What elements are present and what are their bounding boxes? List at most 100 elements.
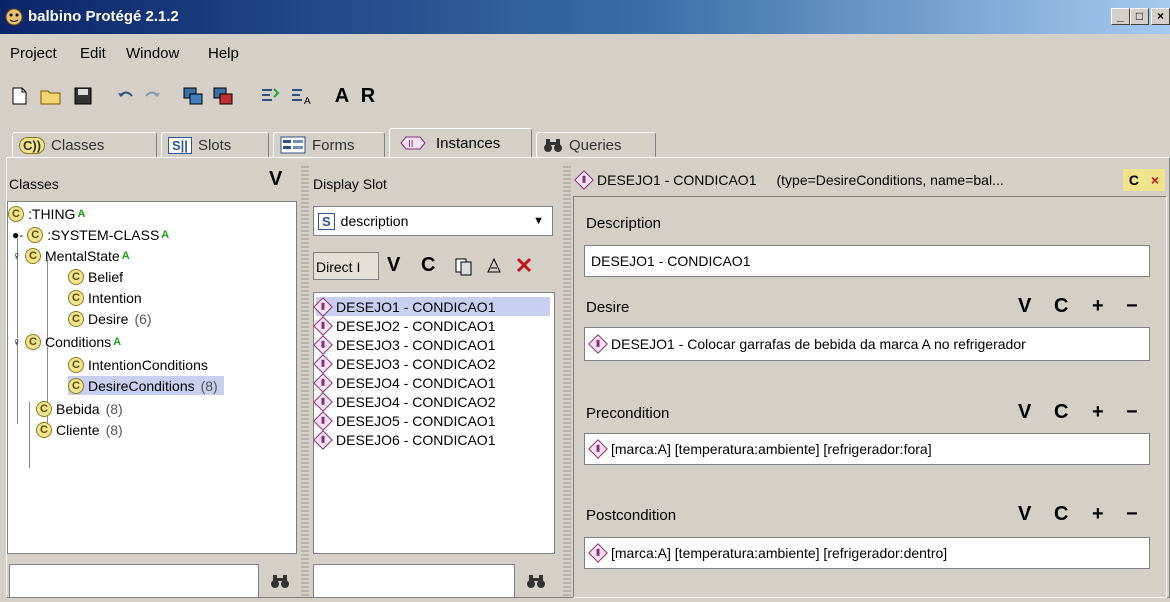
- postcondition-view-button[interactable]: V: [1018, 503, 1031, 526]
- tree-node-belief[interactable]: C Belief: [68, 267, 123, 286]
- close-windows-icon[interactable]: [210, 84, 236, 108]
- class-icon: C: [68, 268, 84, 285]
- tree-node-mentalstate[interactable]: ♀ C MentalState A: [12, 246, 130, 265]
- delete-instance-icon[interactable]: [515, 256, 533, 274]
- new-project-icon[interactable]: [8, 84, 32, 108]
- undo-icon[interactable]: [114, 84, 138, 108]
- svg-text:A: A: [304, 96, 311, 106]
- precondition-remove-button[interactable]: −: [1126, 401, 1138, 424]
- instance-icon: [313, 315, 333, 336]
- tree-node-conditions[interactable]: ♀ C Conditions A: [12, 332, 121, 351]
- instance-form-panel: DESEJO1 - CONDICAO1 (type=DesireConditio…: [573, 166, 1167, 598]
- menu-help[interactable]: Help: [208, 45, 239, 62]
- tab-instances[interactable]: II Instances: [389, 128, 532, 158]
- redo-icon[interactable]: [140, 84, 164, 108]
- description-field[interactable]: DESEJO1 - CONDICAO1: [584, 245, 1150, 277]
- instance-list-item[interactable]: DESEJO5 - CONDICAO1: [313, 410, 495, 431]
- instance-list[interactable]: DESEJO1 - CONDICAO1 DESEJO2 - CONDICAO1 …: [313, 292, 555, 554]
- show-windows-icon[interactable]: [180, 84, 206, 108]
- maximize-button[interactable]: □: [1130, 8, 1149, 25]
- instance-list-item[interactable]: DESEJO4 - CONDICAO1: [313, 372, 495, 393]
- create-instance-button[interactable]: C: [421, 254, 435, 277]
- insert-slot-icon[interactable]: [258, 84, 284, 108]
- instance-list-item[interactable]: DESEJO6 - CONDICAO1: [313, 429, 495, 450]
- close-button[interactable]: ×: [1151, 8, 1170, 25]
- tab-queries[interactable]: Queries: [536, 132, 656, 158]
- menu-window[interactable]: Window: [126, 45, 179, 62]
- precondition-add-button[interactable]: +: [1092, 401, 1104, 424]
- chevron-down-icon: ▼: [533, 215, 544, 227]
- class-tree[interactable]: C :THING A ●- C :SYSTEM-CLASS A ♀ C Ment…: [7, 201, 297, 554]
- instance-list-item[interactable]: DESEJO3 - CONDICAO1: [313, 334, 495, 355]
- expanded-handle-icon[interactable]: ♀: [12, 249, 21, 263]
- tab-classes[interactable]: C)) Classes: [12, 132, 157, 158]
- right-splitter[interactable]: [563, 166, 571, 596]
- instance-icon: [588, 334, 608, 354]
- close-form-icon[interactable]: ×: [1151, 172, 1159, 188]
- instance-icon: [313, 372, 333, 393]
- view-instance-button[interactable]: V: [387, 254, 400, 277]
- precondition-field[interactable]: [marca:A] [temperatura:ambiente] [refrig…: [584, 433, 1150, 465]
- tree-node-thing[interactable]: C :THING A: [8, 204, 85, 223]
- instance-icon: [313, 391, 333, 412]
- class-badge-c[interactable]: C: [1129, 172, 1139, 188]
- postcondition-label: Postcondition: [586, 507, 677, 524]
- class-icon: C: [36, 400, 52, 417]
- postcondition-create-button[interactable]: C: [1054, 503, 1068, 526]
- tree-node-cliente[interactable]: C Cliente (8): [36, 420, 123, 439]
- find-instance-binoculars-icon[interactable]: [519, 564, 553, 598]
- desire-view-button[interactable]: V: [1018, 295, 1031, 318]
- reference-instance-icon[interactable]: [485, 256, 503, 276]
- menu-project[interactable]: Project: [10, 45, 57, 62]
- class-icon: C: [25, 333, 41, 350]
- instance-search-input[interactable]: [313, 564, 515, 598]
- instances-tab-icon: II: [400, 136, 426, 150]
- forms-tab-icon: [280, 136, 306, 154]
- display-slot-select[interactable]: S description ▼: [313, 206, 553, 236]
- instance-list-item[interactable]: DESEJO1 - CONDICAO1: [313, 296, 550, 317]
- form-body: Description DESEJO1 - CONDICAO1 Desire V…: [573, 196, 1167, 598]
- left-splitter[interactable]: [301, 166, 309, 596]
- desire-add-button[interactable]: +: [1092, 295, 1104, 318]
- postcondition-field[interactable]: [marca:A] [temperatura:ambiente] [refrig…: [584, 537, 1150, 569]
- tree-node-bebida[interactable]: C Bebida (8): [36, 399, 123, 418]
- save-project-icon[interactable]: [70, 84, 96, 108]
- collapsed-handle-icon[interactable]: ●-: [12, 228, 23, 242]
- precondition-view-button[interactable]: V: [1018, 401, 1031, 424]
- desire-create-button[interactable]: C: [1054, 295, 1068, 318]
- toolbar-r-button[interactable]: R: [356, 84, 380, 108]
- instance-icon: [313, 410, 333, 431]
- tab-slots[interactable]: S|| Slots: [161, 132, 269, 158]
- tree-node-intentionconditions[interactable]: C IntentionConditions: [68, 355, 208, 374]
- class-search-input[interactable]: [9, 564, 259, 598]
- postcondition-remove-button[interactable]: −: [1126, 503, 1138, 526]
- copy-instance-icon[interactable]: [455, 256, 473, 276]
- class-icon: C: [68, 289, 84, 306]
- menu-edit[interactable]: Edit: [80, 45, 106, 62]
- instance-list-item[interactable]: DESEJO3 - CONDICAO2: [313, 353, 495, 374]
- instance-icon: [588, 439, 608, 459]
- classes-panel: Classes V C :THING A ●- C :SYSTEM-CLASS …: [7, 166, 299, 598]
- desire-field[interactable]: DESEJO1 - Colocar garrafas de bebida da …: [584, 327, 1150, 361]
- desire-label: Desire: [586, 299, 630, 316]
- expanded-handle-icon[interactable]: ♀: [12, 335, 21, 349]
- minimize-button[interactable]: _: [1111, 8, 1130, 25]
- instance-icon: [313, 334, 333, 355]
- toolbar-a-button[interactable]: A: [330, 84, 354, 108]
- tree-node-system-class[interactable]: ●- C :SYSTEM-CLASS A: [12, 225, 169, 244]
- instance-icon: [313, 353, 333, 374]
- view-class-button[interactable]: V: [269, 168, 282, 191]
- tree-node-intention[interactable]: C Intention: [68, 288, 142, 307]
- find-class-binoculars-icon[interactable]: [263, 564, 297, 598]
- open-project-icon[interactable]: [38, 84, 64, 108]
- instance-list-item[interactable]: DESEJO2 - CONDICAO1: [313, 315, 495, 336]
- desire-remove-button[interactable]: −: [1126, 295, 1138, 318]
- insert-slot-a-icon[interactable]: A: [288, 84, 314, 108]
- tab-forms[interactable]: Forms: [273, 132, 385, 158]
- tree-node-desire[interactable]: C Desire (6): [68, 309, 152, 328]
- instance-icon: [574, 170, 594, 190]
- postcondition-add-button[interactable]: +: [1092, 503, 1104, 526]
- instance-list-item[interactable]: DESEJO4 - CONDICAO2: [313, 391, 495, 412]
- precondition-create-button[interactable]: C: [1054, 401, 1068, 424]
- tree-node-desireconditions[interactable]: C DesireConditions (8): [68, 376, 224, 395]
